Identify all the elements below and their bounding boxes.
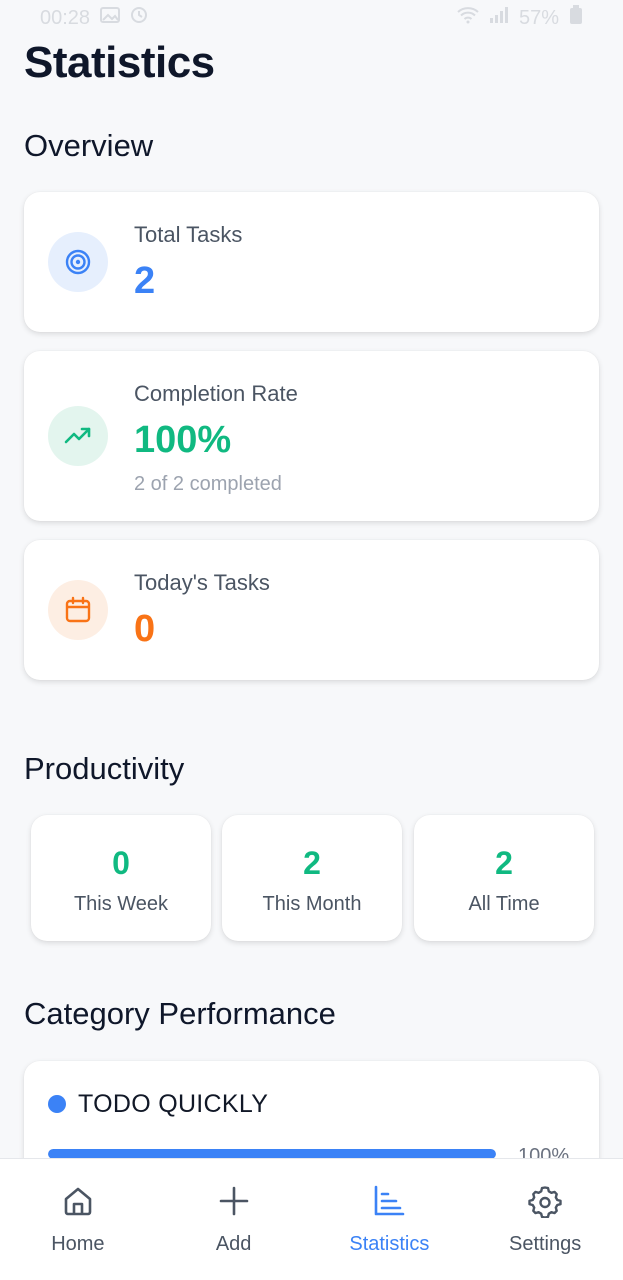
page-title: Statistics <box>24 38 215 87</box>
total-tasks-label: Total Tasks <box>134 222 243 247</box>
productivity-value: 2 <box>303 845 321 881</box>
nav-label: Home <box>51 1233 105 1255</box>
productivity-label: This Month <box>262 893 362 915</box>
nav-label: Add <box>215 1233 252 1255</box>
productivity-this-month-card: 2 This Month <box>222 815 402 941</box>
completion-rate-label: Completion Rate <box>134 381 298 406</box>
category-performance-section-title: Category Performance <box>24 996 336 1031</box>
nav-statistics[interactable]: Statistics <box>312 1159 468 1280</box>
statistics-screen: 00:28 57% Statistics Overview Total Task… <box>0 0 623 1280</box>
nav-home[interactable]: Home <box>0 1159 156 1280</box>
nav-settings[interactable]: Settings <box>467 1159 623 1280</box>
completion-rate-subtext: 2 of 2 completed <box>134 473 282 495</box>
total-tasks-card: Total Tasks 2 <box>24 192 599 332</box>
trending-up-icon <box>48 406 108 466</box>
status-time: 00:28 <box>40 6 91 29</box>
bar-chart-icon <box>371 1183 407 1219</box>
productivity-this-week-card: 0 This Week <box>31 815 211 941</box>
productivity-value: 2 <box>495 845 513 881</box>
battery-icon <box>569 5 583 31</box>
nav-label: Settings <box>508 1233 582 1255</box>
productivity-label: This Week <box>73 893 169 915</box>
wifi-icon <box>457 6 479 30</box>
nav-label: Statistics <box>349 1233 430 1255</box>
todays-tasks-label: Today's Tasks <box>134 570 270 595</box>
battery-percent: 57% <box>518 6 559 29</box>
signal-icon <box>489 6 509 30</box>
productivity-value: 0 <box>112 845 130 881</box>
sync-icon <box>130 6 148 30</box>
target-icon <box>48 232 108 292</box>
productivity-section-title: Productivity <box>24 751 185 786</box>
productivity-label: All Time <box>468 893 540 915</box>
plus-icon <box>216 1183 252 1219</box>
category-name: TODO QUICKLY <box>78 1090 269 1118</box>
completion-rate-value: 100% <box>134 419 232 461</box>
todays-tasks-card: Today's Tasks 0 <box>24 540 599 680</box>
status-bar: 00:28 57% <box>0 0 623 36</box>
calendar-icon <box>48 580 108 640</box>
bottom-navigation: Home Add Statistics Settings <box>0 1158 623 1280</box>
todays-tasks-value: 0 <box>134 608 156 650</box>
category-color-dot <box>48 1095 66 1113</box>
overview-section-title: Overview <box>24 128 154 163</box>
total-tasks-value: 2 <box>134 260 156 302</box>
gear-icon <box>527 1183 563 1219</box>
home-icon <box>60 1183 96 1219</box>
gallery-icon <box>100 6 121 30</box>
completion-rate-card: Completion Rate 100% 2 of 2 completed <box>24 351 599 521</box>
productivity-all-time-card: 2 All Time <box>414 815 594 941</box>
nav-add[interactable]: Add <box>156 1159 312 1280</box>
